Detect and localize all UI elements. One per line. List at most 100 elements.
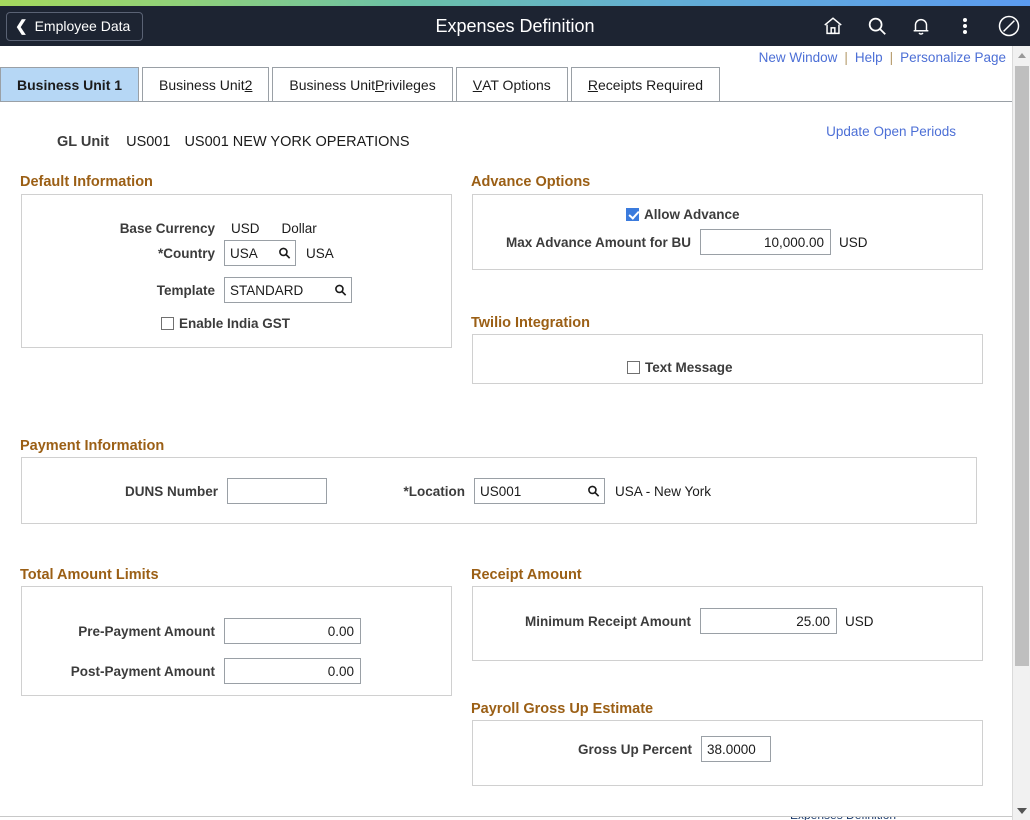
tab-accel-key: R xyxy=(588,77,598,93)
link-separator: | xyxy=(844,50,848,65)
tab-bar: Business Unit 1 Business Unit 2 Business… xyxy=(0,68,1012,102)
navbar-compass-icon[interactable] xyxy=(996,13,1022,39)
max-advance-currency: USD xyxy=(839,235,868,250)
base-currency-label: Base Currency xyxy=(95,221,215,236)
template-lookup-wrapper xyxy=(224,277,352,303)
tab-label-post: AT Options xyxy=(482,77,551,93)
gl-unit-description: US001 NEW YORK OPERATIONS xyxy=(184,134,409,150)
tab-business-unit-1[interactable]: Business Unit 1 xyxy=(0,67,139,101)
tab-label: Business Unit 1 xyxy=(17,77,122,93)
vertical-scrollbar[interactable] xyxy=(1012,46,1030,820)
allow-advance-row: Allow Advance xyxy=(626,207,740,222)
allow-advance-label[interactable]: Allow Advance xyxy=(644,207,740,222)
base-currency-name: Dollar xyxy=(282,221,317,236)
post-payment-amount-input[interactable] xyxy=(224,658,361,684)
tab-accel-key: P xyxy=(375,77,384,93)
page-utility-links: New Window | Help | Personalize Page xyxy=(0,46,1012,68)
max-advance-row: Max Advance Amount for BU USD xyxy=(491,229,868,255)
gross-up-percent-row: Gross Up Percent xyxy=(570,736,771,762)
tab-receipts-required[interactable]: Receipts Required xyxy=(571,67,720,101)
location-lookup-search-icon[interactable] xyxy=(587,485,600,498)
location-lookup-wrapper xyxy=(474,478,605,504)
tab-label-post: eceipts Required xyxy=(598,77,703,93)
pre-payment-amount-input[interactable] xyxy=(224,618,361,644)
country-row: *Country USA xyxy=(95,240,455,266)
template-label: Template xyxy=(95,283,215,298)
pre-payment-row: Pre-Payment Amount xyxy=(52,618,361,644)
text-message-row: Text Message xyxy=(627,360,733,375)
text-message-label[interactable]: Text Message xyxy=(645,360,733,375)
scroll-up-arrow-icon[interactable] xyxy=(1013,46,1030,64)
base-currency-row: Base Currency USD Dollar xyxy=(95,221,445,236)
post-payment-amount-label: Post-Payment Amount xyxy=(52,664,215,679)
gl-unit-label: GL Unit xyxy=(57,134,109,150)
tab-vat-options[interactable]: VAT Options xyxy=(456,67,568,101)
base-currency-code: USD xyxy=(231,221,260,236)
tab-business-unit-2[interactable]: Business Unit 2 xyxy=(142,67,269,101)
header-icon-group xyxy=(820,6,1022,46)
gl-unit-code: US001 xyxy=(126,134,170,150)
twilio-integration-box xyxy=(472,334,983,384)
max-advance-amount-input[interactable] xyxy=(700,229,831,255)
country-label: *Country xyxy=(95,246,215,261)
gross-up-percent-label: Gross Up Percent xyxy=(570,742,692,757)
gross-up-percent-input[interactable] xyxy=(701,736,771,762)
duns-number-row: DUNS Number xyxy=(110,478,327,504)
allow-advance-checkbox[interactable] xyxy=(626,208,639,221)
page-content: GL Unit US001 US001 NEW YORK OPERATIONS … xyxy=(0,102,1012,802)
back-button-label: Employee Data xyxy=(35,18,131,34)
minimum-receipt-currency: USD xyxy=(845,614,874,629)
tab-label-pre: Business Unit xyxy=(289,77,375,93)
notifications-bell-icon[interactable] xyxy=(908,13,934,39)
pre-payment-amount-label: Pre-Payment Amount xyxy=(52,624,215,639)
tab-business-unit-privileges[interactable]: Business Unit Privileges xyxy=(272,67,452,101)
payroll-gross-up-title: Payroll Gross Up Estimate xyxy=(471,701,653,717)
enable-india-gst-checkbox[interactable] xyxy=(161,317,174,330)
duns-number-label: DUNS Number xyxy=(110,484,218,499)
template-lookup-search-icon[interactable] xyxy=(334,284,347,297)
home-icon[interactable] xyxy=(820,13,846,39)
chevron-left-icon: ❮ xyxy=(15,19,28,34)
taskbar-item-label[interactable]: Expenses Definition xyxy=(790,816,896,820)
gl-unit-row: GL Unit US001 US001 NEW YORK OPERATIONS xyxy=(57,134,410,150)
location-label: *Location xyxy=(391,484,465,499)
personalize-page-link[interactable]: Personalize Page xyxy=(900,50,1006,65)
taskbar-clipped-strip: Expenses Definition xyxy=(0,816,1012,820)
help-link[interactable]: Help xyxy=(855,50,883,65)
location-row: *Location USA - New York xyxy=(391,478,711,504)
template-row: Template xyxy=(95,277,455,303)
minimum-receipt-amount-label: Minimum Receipt Amount xyxy=(509,614,691,629)
enable-india-gst-row: Enable India GST xyxy=(161,316,290,331)
total-amount-limits-title: Total Amount Limits xyxy=(20,567,159,583)
template-input[interactable] xyxy=(224,277,352,303)
tab-label-post: rivileges xyxy=(384,77,435,93)
country-description: USA xyxy=(306,246,334,261)
tab-accel-key: V xyxy=(473,77,482,93)
link-separator: | xyxy=(890,50,894,65)
country-lookup-wrapper xyxy=(224,240,296,266)
receipt-amount-title: Receipt Amount xyxy=(471,567,582,583)
minimum-receipt-amount-input[interactable] xyxy=(700,608,837,634)
location-input[interactable] xyxy=(474,478,605,504)
country-lookup-search-icon[interactable] xyxy=(278,247,291,260)
kebab-menu-icon[interactable] xyxy=(952,13,978,39)
tab-label-pre: Business Unit xyxy=(159,77,245,93)
text-message-checkbox[interactable] xyxy=(627,361,640,374)
advance-options-title: Advance Options xyxy=(471,174,590,190)
scroll-down-arrow-icon[interactable] xyxy=(1013,802,1030,820)
post-payment-row: Post-Payment Amount xyxy=(52,658,361,684)
twilio-integration-title: Twilio Integration xyxy=(471,315,590,331)
enable-india-gst-label[interactable]: Enable India GST xyxy=(179,316,290,331)
duns-number-input[interactable] xyxy=(227,478,327,504)
update-open-periods-link[interactable]: Update Open Periods xyxy=(826,124,956,139)
location-description: USA - New York xyxy=(615,484,711,499)
app-header: ❮ Employee Data Expenses Definition xyxy=(0,6,1030,46)
scrollbar-thumb[interactable] xyxy=(1015,66,1029,666)
payment-information-title: Payment Information xyxy=(20,438,164,454)
tab-accel-key: 2 xyxy=(245,77,253,93)
minimum-receipt-row: Minimum Receipt Amount USD xyxy=(509,608,874,634)
back-to-employee-data-button[interactable]: ❮ Employee Data xyxy=(6,12,143,41)
max-advance-label: Max Advance Amount for BU xyxy=(491,235,691,250)
new-window-link[interactable]: New Window xyxy=(759,50,838,65)
search-icon[interactable] xyxy=(864,13,890,39)
